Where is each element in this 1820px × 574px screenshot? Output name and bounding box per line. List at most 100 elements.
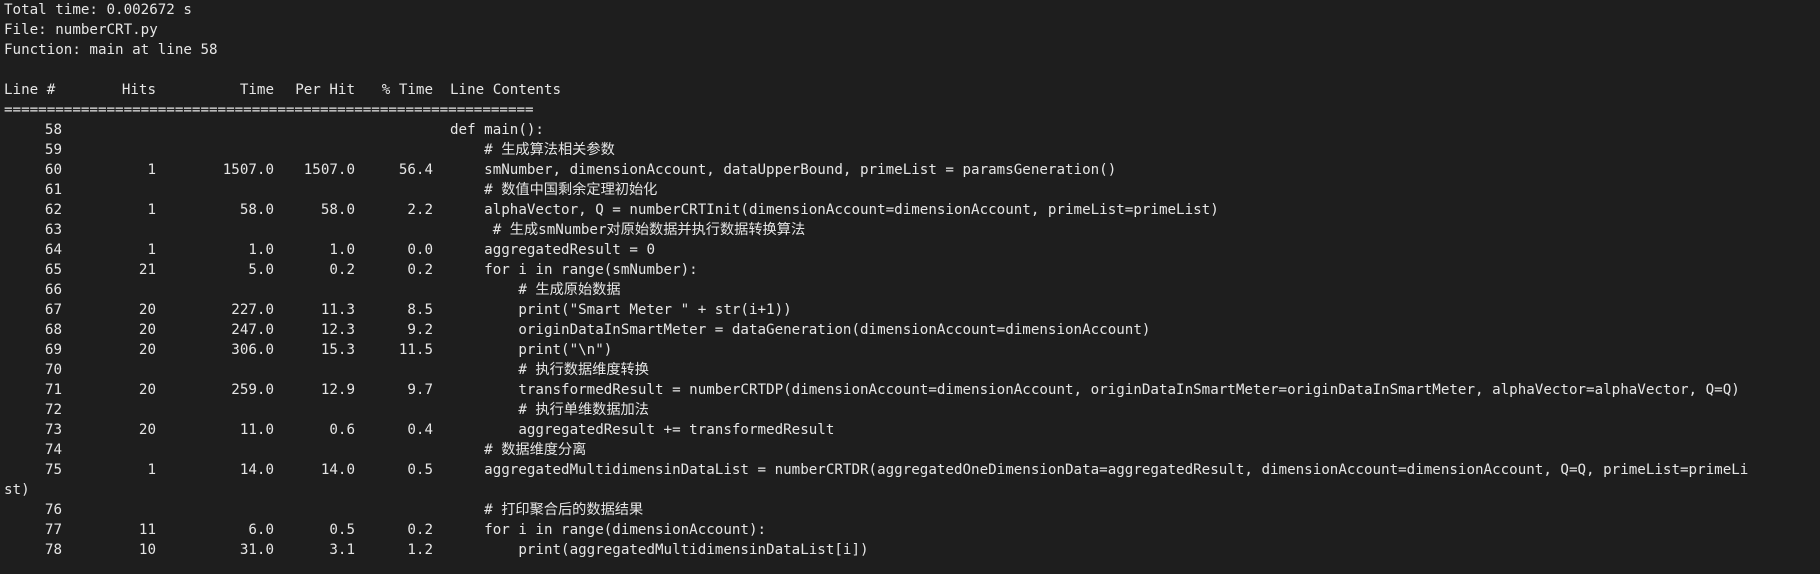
profile-rows: 58 def main(): 59 # 生成算法相关参数 60 1 1507.0 1507.… (4, 120, 1820, 480)
row-line-number: 77 (44, 522, 62, 538)
row-line-contents: # 生成算法相关参数 (450, 142, 615, 158)
row-pct-time: 11.5 (398, 342, 433, 358)
row-per-hit: 0.5 (329, 522, 355, 538)
row-per-hit (274, 140, 355, 160)
table-row: 60 1 1507.0 1507.0 56.4 smNumber, dimensionA… (4, 160, 1820, 180)
row-time (156, 180, 274, 200)
row-line-contents: def main(): (450, 122, 544, 138)
row-line-contents: transformedResult = numberCRTDP(dimensio… (450, 382, 1740, 398)
row-per-hit: 0.6 (329, 422, 355, 438)
row-hits: 20 (138, 322, 156, 338)
row-hits: 1 (147, 162, 156, 178)
row-pct-time: 56.4 (398, 162, 433, 178)
row-pct-time: 0.5 (407, 462, 433, 478)
header-pct-time: % Time (381, 82, 433, 98)
header-hits: Hits (121, 82, 156, 98)
row-hits: 20 (138, 342, 156, 358)
row-line-contents: # 生成原始数据 (450, 282, 621, 298)
row-hits: 21 (138, 262, 156, 278)
table-row: 73 20 11.0 0.6 0.4 aggregatedResult += trans… (4, 420, 1820, 440)
row-hits: 1 (147, 242, 156, 258)
row-time: 6.0 (248, 522, 274, 538)
table-row: 74 # 数据维度分离 (4, 440, 1820, 460)
row-hits: 20 (138, 302, 156, 318)
row-time (156, 400, 274, 420)
row-time: 14.0 (239, 462, 274, 478)
table-row: 69 20 306.0 15.3 11.5 print("\n") (4, 340, 1820, 360)
total-time: Total time: 0.002672 s (4, 2, 192, 18)
row-time (156, 500, 274, 520)
row-per-hit: 15.3 (320, 342, 355, 358)
row-line-number: 68 (44, 322, 62, 338)
table-row: 59 # 生成算法相关参数 (4, 140, 1820, 160)
row-line-number: 61 (44, 182, 62, 198)
row-per-hit: 1.0 (329, 242, 355, 258)
row-pct-time: 2.2 (407, 202, 433, 218)
row-line-contents: # 执行数据维度转换 (450, 362, 649, 378)
row-line-contents: # 生成smNumber对原始数据并执行数据转换算法 (450, 222, 806, 238)
row-hits: 20 (138, 382, 156, 398)
row-line-contents: originDataInSmartMeter = dataGeneration(… (450, 322, 1151, 338)
row-line-contents: print("Smart Meter " + str(i+1)) (450, 302, 792, 318)
row-line-contents: alphaVector, Q = numberCRTInit(dimension… (450, 202, 1219, 218)
row-pct-time: 0.4 (407, 422, 433, 438)
row-pct-time (355, 500, 433, 520)
row-line-number: 63 (44, 222, 62, 238)
row-pct-time: 8.5 (407, 302, 433, 318)
row-line-contents: aggregatedMultidimensinDataList = number… (450, 462, 1749, 478)
row-time: 5.0 (248, 262, 274, 278)
row-per-hit: 3.1 (329, 542, 355, 558)
row-time: 1.0 (248, 242, 274, 258)
row-hits: 11 (138, 522, 156, 538)
table-header: Line # Hits Time Per Hit % Time Line Con… (4, 80, 1820, 100)
table-row: 75 1 14.0 14.0 0.5 aggregatedMultidimensinDa… (4, 460, 1820, 480)
row-line-number: 76 (44, 502, 62, 518)
row-line-number: 67 (44, 302, 62, 318)
row-per-hit (274, 500, 355, 520)
row-hits (62, 220, 156, 240)
row-time (156, 140, 274, 160)
row-time: 31.0 (239, 542, 274, 558)
row-pct-time: 1.2 (407, 542, 433, 558)
row-time: 58.0 (239, 202, 274, 218)
row-line-number: 62 (44, 202, 62, 218)
row-time: 1507.0 (222, 162, 274, 178)
table-row: 72 # 执行单维数据加法 (4, 400, 1820, 420)
row-line-contents: smNumber, dimensionAccount, dataUpperBou… (450, 162, 1117, 178)
row-time (156, 120, 274, 140)
row-per-hit: 14.0 (320, 462, 355, 478)
row-per-hit (274, 220, 355, 240)
row-pct-time (355, 180, 433, 200)
file-name: File: numberCRT.py (4, 22, 158, 38)
header-separator: ========================================… (4, 102, 534, 118)
row-per-hit (274, 440, 355, 460)
row-time: 227.0 (231, 302, 274, 318)
table-row: 76 # 打印聚合后的数据结果 (4, 500, 1820, 520)
table-row: 62 1 58.0 58.0 2.2 alphaVector, Q = numberCR… (4, 200, 1820, 220)
row-time: 11.0 (239, 422, 274, 438)
row-hits (62, 500, 156, 520)
row-time (156, 440, 274, 460)
row-pct-time: 0.2 (407, 262, 433, 278)
row-time: 259.0 (231, 382, 274, 398)
row-per-hit (274, 280, 355, 300)
row-pct-time (355, 140, 433, 160)
row-line-contents: # 打印聚合后的数据结果 (450, 502, 644, 518)
row-line-number: 73 (44, 422, 62, 438)
table-row: 58 def main(): (4, 120, 1820, 140)
row-hits: 20 (138, 422, 156, 438)
row-per-hit: 12.9 (320, 382, 355, 398)
header-per-hit: Per Hit (295, 82, 355, 98)
row-line-number: 60 (44, 162, 62, 178)
row-line-contents: for i in range(dimensionAccount): (450, 522, 767, 538)
row-hits (62, 120, 156, 140)
wrapped-line-tail: st) (4, 482, 30, 498)
row-per-hit (274, 360, 355, 380)
row-hits (62, 360, 156, 380)
table-row: 71 20 259.0 12.9 9.7 transformedResult = num… (4, 380, 1820, 400)
header-time: Time (239, 82, 274, 98)
table-row: 70 # 执行数据维度转换 (4, 360, 1820, 380)
row-line-number: 75 (44, 462, 62, 478)
row-hits (62, 180, 156, 200)
